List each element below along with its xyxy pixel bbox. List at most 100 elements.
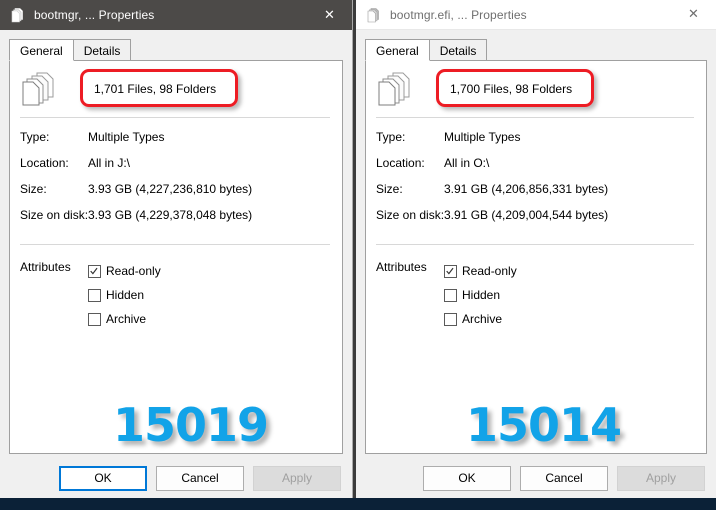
button-bar-left: OK Cancel Apply (0, 454, 352, 502)
info-row-type-right: Type: Multiple Types (366, 130, 706, 156)
document-stack-icon (376, 71, 414, 107)
properties-window-right: bootmgr.efi, ... Properties ✕ General De… (353, 0, 716, 502)
attributes-block-left: Attributes Read-only Hidden Archive (10, 245, 342, 331)
checkbox-empty-icon (88, 288, 101, 302)
multi-document-icon (10, 7, 26, 23)
info-label: Size on disk: (20, 208, 89, 222)
ok-button-left[interactable]: OK (59, 465, 147, 491)
info-value: Multiple Types (444, 130, 521, 144)
titlebar-right[interactable]: bootmgr.efi, ... Properties ✕ (356, 0, 716, 30)
tab-general-right[interactable]: General (365, 39, 430, 61)
ok-button-right[interactable]: OK (423, 465, 511, 491)
info-row-location-right: Location: All in O:\ (366, 156, 706, 182)
checkbox-label: Read-only (106, 264, 161, 278)
file-summary-row-left: 1,701 Files, 98 Folders (10, 61, 342, 117)
info-value: 3.93 GB (4,227,236,810 bytes) (88, 182, 253, 196)
desktop-background-strip (0, 498, 716, 510)
screen: bootmgr, ... Properties ✕ General Detail… (0, 0, 716, 510)
attributes-list-left: Read-only Hidden Archive (88, 259, 161, 331)
info-label: Size on disk: (376, 208, 445, 222)
checkbox-read-only-left[interactable]: Read-only (88, 259, 161, 283)
tab-details-left[interactable]: Details (73, 39, 132, 61)
checkbox-label: Read-only (462, 264, 517, 278)
dialog-body-left: General Details 1,701 Files, 98 Folders … (0, 30, 352, 502)
close-icon: ✕ (688, 7, 699, 22)
button-label: OK (458, 471, 476, 485)
info-value: 3.91 GB (4,209,004,544 bytes) (444, 208, 609, 222)
checkbox-empty-icon (444, 312, 457, 326)
tab-label: General (376, 44, 419, 58)
tab-details-right[interactable]: Details (429, 39, 488, 61)
file-count-text-right: 1,700 Files, 98 Folders (450, 82, 573, 96)
info-label: Type: (20, 130, 50, 144)
checkbox-label: Archive (462, 312, 503, 326)
checkbox-empty-icon (444, 288, 457, 302)
titlebar-left[interactable]: bootmgr, ... Properties ✕ (0, 0, 352, 30)
button-label: OK (94, 471, 112, 485)
info-label: Size: (20, 182, 47, 196)
info-label: Location: (20, 156, 69, 170)
watermark-number-right: 15014 (466, 398, 622, 452)
attributes-label-left: Attributes (20, 260, 71, 274)
document-stack-icon (20, 71, 58, 107)
checkbox-archive-right[interactable]: Archive (444, 307, 517, 331)
apply-button-left: Apply (253, 465, 341, 491)
button-label: Cancel (181, 471, 219, 485)
info-value: 3.93 GB (4,229,378,048 bytes) (88, 208, 253, 222)
info-row-size-right: Size: 3.91 GB (4,206,856,331 bytes) (366, 182, 706, 208)
close-icon: ✕ (324, 7, 335, 23)
tab-general-left[interactable]: General (9, 39, 74, 61)
button-label: Apply (645, 471, 677, 485)
info-block-right: Type: Multiple Types Location: All in O:… (366, 118, 706, 244)
file-summary-row-right: 1,700 Files, 98 Folders (366, 61, 706, 117)
info-label: Size: (376, 182, 403, 196)
info-row-size-left: Size: 3.93 GB (4,227,236,810 bytes) (10, 182, 342, 208)
info-block-left: Type: Multiple Types Location: All in J:… (10, 118, 342, 244)
info-value: All in J:\ (88, 156, 131, 170)
checkbox-hidden-left[interactable]: Hidden (88, 283, 161, 307)
dialog-body-right: General Details 1,700 Files, 98 Folders … (356, 30, 716, 502)
multi-document-icon (366, 7, 382, 23)
info-label: Location: (376, 156, 425, 170)
button-label: Cancel (545, 471, 583, 485)
button-label: Apply (281, 471, 313, 485)
info-row-location-left: Location: All in J:\ (10, 156, 342, 182)
close-button-left[interactable]: ✕ (307, 0, 352, 30)
tab-label: Details (83, 44, 121, 58)
checkbox-label: Hidden (462, 288, 501, 302)
window-title-right: bootmgr.efi, ... Properties (390, 7, 527, 22)
attributes-list-right: Read-only Hidden Archive (444, 259, 517, 331)
checkbox-label: Archive (106, 312, 147, 326)
cancel-button-right[interactable]: Cancel (520, 465, 608, 491)
checkbox-archive-left[interactable]: Archive (88, 307, 161, 331)
checkbox-checked-icon (88, 264, 101, 278)
checkbox-checked-icon (444, 264, 457, 278)
info-value: Multiple Types (88, 130, 165, 144)
checkbox-hidden-right[interactable]: Hidden (444, 283, 517, 307)
attributes-block-right: Attributes Read-only Hidden Archive (366, 245, 706, 331)
info-value: 3.91 GB (4,206,856,331 bytes) (444, 182, 609, 196)
checkbox-label: Hidden (106, 288, 145, 302)
cancel-button-left[interactable]: Cancel (156, 465, 244, 491)
tabpage-general-right: 1,700 Files, 98 Folders Type: Multiple T… (365, 60, 707, 454)
file-count-text-left: 1,701 Files, 98 Folders (94, 82, 217, 96)
attributes-label-right: Attributes (376, 260, 427, 274)
properties-window-left: bootmgr, ... Properties ✕ General Detail… (0, 0, 353, 502)
tabpage-general-left: 1,701 Files, 98 Folders Type: Multiple T… (9, 60, 343, 454)
tab-label: General (20, 44, 63, 58)
window-title-left: bootmgr, ... Properties (34, 8, 155, 22)
apply-button-right: Apply (617, 465, 705, 491)
tabstrip-left: General Details (9, 39, 352, 61)
checkbox-empty-icon (88, 312, 101, 326)
watermark-number-left: 15019 (113, 398, 269, 452)
info-row-size-on-disk-left: Size on disk: 3.93 GB (4,229,378,048 byt… (10, 208, 342, 234)
info-row-size-on-disk-right: Size on disk: 3.91 GB (4,209,004,544 byt… (366, 208, 706, 234)
checkbox-read-only-right[interactable]: Read-only (444, 259, 517, 283)
tab-label: Details (439, 44, 477, 58)
info-row-type-left: Type: Multiple Types (10, 130, 342, 156)
button-bar-right: OK Cancel Apply (356, 454, 716, 502)
close-button-right[interactable]: ✕ (671, 0, 716, 30)
info-label: Type: (376, 130, 406, 144)
tabstrip-right: General Details (365, 39, 716, 61)
info-value: All in O:\ (444, 156, 490, 170)
